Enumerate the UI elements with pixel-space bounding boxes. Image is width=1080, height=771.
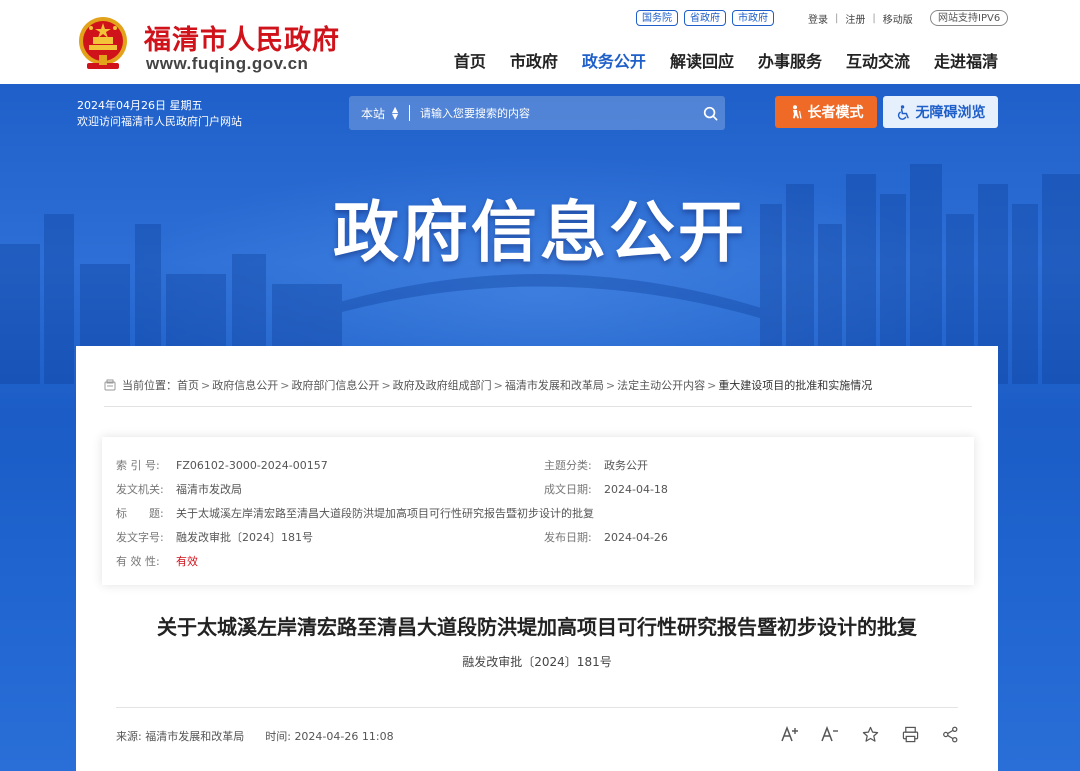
elder-mode-label: 长者模式 bbox=[807, 105, 864, 121]
main-nav: 首页 市政府 政务公开 解读回应 办事服务 互动交流 走进福清 bbox=[454, 48, 998, 72]
font-decrease-icon bbox=[821, 726, 838, 742]
elder-mode-button[interactable]: 长者模式 bbox=[775, 96, 877, 128]
ipv6-badge: 网站支持IPV6 bbox=[930, 10, 1009, 26]
document-info-card: 索 引 号: FZ06102-3000-2024-00157 主题分类: 政务公开 … bbox=[102, 437, 974, 585]
favorite-star-icon bbox=[862, 726, 878, 742]
info-index: 索 引 号: FZ06102-3000-2024-00157 bbox=[116, 459, 328, 472]
nav-city-gov[interactable]: 市政府 bbox=[510, 48, 558, 72]
info-validity: 有 效 性: 有效 bbox=[116, 555, 198, 568]
breadcrumb: 当前位置： 首页 > 政府信息公开 > 政府部门信息公开 > 政府及政府组成部门… bbox=[104, 377, 872, 393]
search-scope-label: 本站 bbox=[361, 106, 386, 121]
time-value: 2024-04-26 11:08 bbox=[294, 730, 394, 743]
date-welcome: 2024年04月26日 星期五 欢迎访问福清市人民政府门户网站 bbox=[77, 98, 242, 130]
info-title: 标 题: 关于太城溪左岸清宏路至清昌大道段防洪堤加高项目可行性研究报告暨初步设计的… bbox=[116, 507, 594, 520]
search-bar: 本站 ▲ ▼ bbox=[349, 96, 725, 130]
breadcrumb-separator: > bbox=[707, 378, 717, 392]
source-value: 福清市发展和改革局 bbox=[145, 730, 245, 743]
search-scope-select[interactable]: 本站 ▲ ▼ bbox=[349, 105, 409, 122]
breadcrumb-gov-info[interactable]: 政府信息公开 bbox=[212, 377, 278, 393]
print-button[interactable] bbox=[900, 724, 920, 744]
site-domain: www.fuqing.gov.cn bbox=[146, 54, 309, 73]
info-issuer: 发文机关: 福清市发改局 bbox=[116, 483, 242, 496]
accessibility-button[interactable]: 无障碍浏览 bbox=[883, 96, 998, 128]
updown-arrow-icon: ▲ ▼ bbox=[392, 105, 399, 121]
info-doc-number: 发文字号: 融发改审批〔2024〕181号 bbox=[116, 531, 313, 544]
nav-interaction[interactable]: 互动交流 bbox=[846, 48, 910, 72]
print-icon bbox=[902, 726, 918, 742]
article-tools bbox=[780, 724, 960, 744]
breadcrumb-separator: > bbox=[381, 378, 391, 392]
location-icon bbox=[104, 379, 116, 391]
link-provincial-gov[interactable]: 省政府 bbox=[684, 10, 726, 26]
site-name[interactable]: 福清市人民政府 bbox=[144, 18, 340, 57]
nav-home[interactable]: 首页 bbox=[454, 48, 486, 72]
info-created-date: 成文日期: 2024-04-18 bbox=[544, 483, 668, 496]
nav-gov-affairs[interactable]: 政务公开 bbox=[582, 48, 646, 72]
nav-interpretation[interactable]: 解读回应 bbox=[670, 48, 734, 72]
wheelchair-icon bbox=[897, 104, 909, 120]
nav-services[interactable]: 办事服务 bbox=[758, 48, 822, 72]
gov-links: 国务院 省政府 市政府 bbox=[636, 10, 774, 26]
link-state-council[interactable]: 国务院 bbox=[636, 10, 678, 26]
divider bbox=[409, 105, 410, 121]
breadcrumb-gov-depts[interactable]: 政府及政府组成部门 bbox=[393, 377, 492, 393]
breadcrumb-separator: > bbox=[280, 378, 290, 392]
banner-title: 政府信息公开 bbox=[333, 194, 747, 271]
breadcrumb-statutory[interactable]: 法定主动公开内容 bbox=[617, 377, 705, 393]
content-panel: 当前位置： 首页 > 政府信息公开 > 政府部门信息公开 > 政府及政府组成部门… bbox=[76, 346, 998, 771]
current-date: 2024年04月26日 星期五 bbox=[77, 99, 203, 112]
breadcrumb-separator: > bbox=[493, 378, 503, 392]
info-category: 主题分类: 政务公开 bbox=[544, 459, 648, 472]
font-increase-icon bbox=[781, 726, 798, 742]
user-links: 登录 | 注册 | 移动版 bbox=[808, 11, 913, 26]
divider: | bbox=[872, 13, 876, 24]
source-label: 来源: bbox=[116, 730, 142, 743]
search-button[interactable] bbox=[695, 98, 725, 128]
breadcrumb-separator: > bbox=[605, 378, 616, 392]
share-icon bbox=[942, 726, 957, 742]
time-label: 时间: bbox=[265, 730, 291, 743]
breadcrumb-separator: > bbox=[201, 378, 211, 392]
document-number: 融发改审批〔2024〕181号 bbox=[462, 655, 612, 669]
register-link[interactable]: 注册 bbox=[845, 11, 865, 26]
search-icon bbox=[703, 106, 717, 120]
info-published-date: 发布日期: 2024-04-26 bbox=[544, 531, 668, 544]
share-button[interactable] bbox=[940, 724, 960, 744]
document-meta: 来源: 福清市发展和改革局 时间: 2024-04-26 11:08 bbox=[116, 728, 394, 744]
divider: | bbox=[835, 13, 839, 24]
breadcrumb-home[interactable]: 首页 bbox=[177, 377, 199, 393]
nav-about-fuqing[interactable]: 走进福清 bbox=[934, 48, 998, 72]
font-increase-button[interactable] bbox=[780, 724, 800, 744]
mobile-link[interactable]: 移动版 bbox=[883, 11, 913, 26]
national-emblem-icon[interactable] bbox=[77, 15, 129, 71]
welcome-text: 欢迎访问福清市人民政府门户网站 bbox=[77, 115, 242, 128]
search-input[interactable] bbox=[420, 98, 695, 128]
breadcrumb-current: 重大建设项目的批准和实施情况 bbox=[718, 379, 873, 392]
elder-mode-icon bbox=[792, 105, 802, 119]
breadcrumb-dept-info[interactable]: 政府部门信息公开 bbox=[291, 377, 379, 393]
breadcrumb-label: 当前位置： bbox=[122, 379, 177, 392]
site-header: 福清市人民政府 www.fuqing.gov.cn 国务院 省政府 市政府 登录… bbox=[0, 0, 1080, 84]
favorite-button[interactable] bbox=[860, 724, 880, 744]
accessibility-label: 无障碍浏览 bbox=[915, 105, 986, 121]
divider bbox=[104, 406, 972, 407]
font-decrease-button[interactable] bbox=[820, 724, 840, 744]
link-city-gov[interactable]: 市政府 bbox=[732, 10, 774, 26]
breadcrumb-drc[interactable]: 福清市发展和改革局 bbox=[505, 377, 604, 393]
login-link[interactable]: 登录 bbox=[808, 11, 828, 26]
document-title: 关于太城溪左岸清宏路至清昌大道段防洪堤加高项目可行性研究报告暨初步设计的批复 bbox=[157, 615, 917, 639]
divider bbox=[116, 707, 958, 708]
